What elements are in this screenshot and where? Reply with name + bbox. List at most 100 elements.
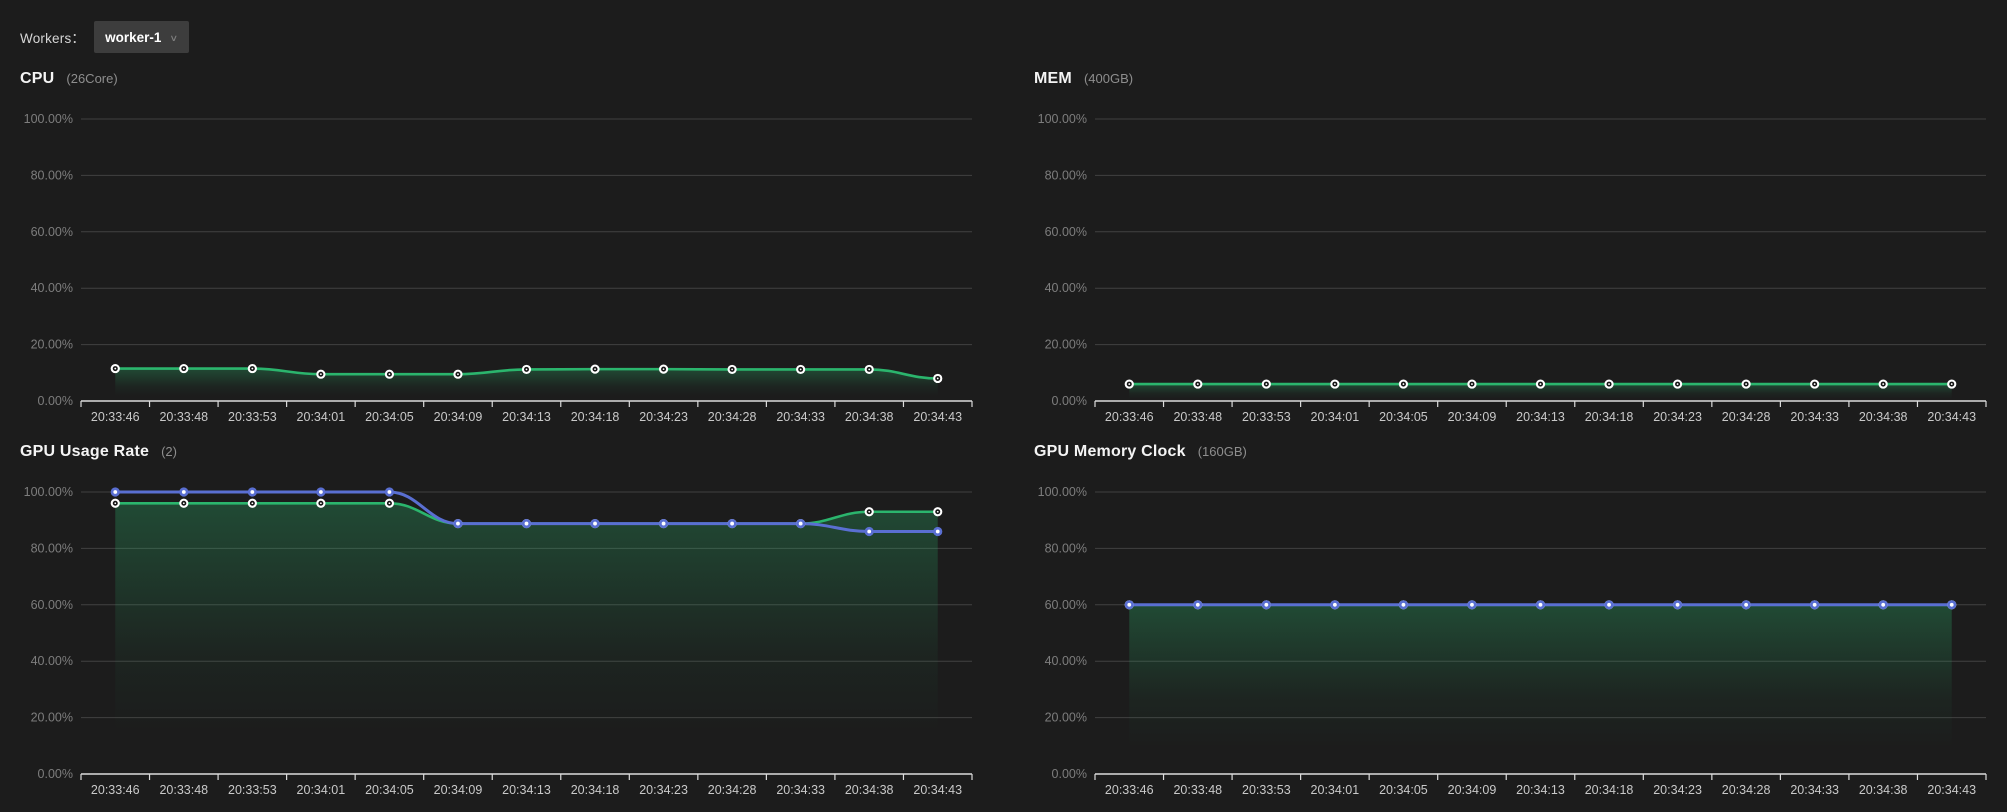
x-axis-label: 20:34:23 bbox=[1653, 410, 1702, 424]
x-axis-label: 20:34:43 bbox=[1927, 410, 1976, 424]
data-point-marker-cpu-usage bbox=[796, 365, 805, 374]
y-axis-label: 80.00% bbox=[31, 541, 73, 555]
x-axis-label: 20:34:33 bbox=[1790, 410, 1839, 424]
chart-subtitle: (2) bbox=[161, 444, 177, 459]
x-axis-label: 20:34:28 bbox=[1722, 783, 1771, 797]
data-point-marker-mem-usage bbox=[1125, 379, 1134, 388]
x-axis-label: 20:34:18 bbox=[1585, 783, 1634, 797]
y-axis-label: 0.00% bbox=[1052, 394, 1087, 408]
y-axis-label: 60.00% bbox=[1045, 225, 1087, 239]
y-axis-label: 20.00% bbox=[1045, 711, 1087, 725]
chart-subtitle: (26Core) bbox=[66, 71, 117, 86]
data-point-marker-mem-usage bbox=[1193, 379, 1202, 388]
x-axis-label: 20:34:43 bbox=[913, 783, 962, 797]
data-point-marker-gpu-1 bbox=[385, 499, 394, 508]
data-point-marker-gpu-0 bbox=[248, 487, 257, 496]
data-point-marker-gpu-0 bbox=[796, 519, 805, 528]
data-point-marker-mem-usage bbox=[1399, 379, 1408, 388]
data-point-marker-cpu-usage bbox=[865, 365, 874, 374]
data-point-marker-gpu-0 bbox=[865, 527, 874, 536]
data-point-marker-gpu-0 bbox=[1673, 600, 1682, 609]
x-axis-label: 20:33:46 bbox=[1105, 783, 1154, 797]
x-axis-label: 20:34:18 bbox=[571, 783, 620, 797]
x-axis-label: 20:34:09 bbox=[434, 410, 483, 424]
x-axis-label: 20:34:28 bbox=[708, 783, 757, 797]
data-point-marker-mem-usage bbox=[1947, 379, 1956, 388]
x-axis-label: 20:33:48 bbox=[159, 410, 208, 424]
x-axis-label: 20:34:05 bbox=[365, 783, 414, 797]
x-axis-label: 20:34:43 bbox=[1927, 783, 1976, 797]
data-point-marker-mem-usage bbox=[1536, 379, 1545, 388]
x-axis-label: 20:34:13 bbox=[502, 410, 551, 424]
series-area bbox=[115, 503, 937, 774]
x-axis-label: 20:34:01 bbox=[1311, 410, 1360, 424]
y-axis-label: 80.00% bbox=[31, 168, 73, 182]
y-axis-label: 40.00% bbox=[1045, 654, 1087, 668]
chart-mem-header: MEM (400GB) bbox=[1034, 70, 1994, 100]
x-axis-label: 20:33:53 bbox=[228, 783, 277, 797]
y-axis-label: 0.00% bbox=[38, 394, 73, 408]
x-axis-label: 20:34:13 bbox=[502, 783, 551, 797]
x-axis-label: 20:34:09 bbox=[434, 783, 483, 797]
workers-label: Workers： bbox=[20, 27, 85, 47]
x-axis-label: 20:34:13 bbox=[1516, 783, 1565, 797]
chart-gpu-usage-rate-header: GPU Usage Rate (2) bbox=[20, 443, 980, 473]
chart-title: CPU bbox=[20, 70, 54, 88]
data-point-marker-cpu-usage bbox=[590, 365, 599, 374]
chart-subtitle: (400GB) bbox=[1084, 71, 1133, 86]
gpu-monitoring-dashboard: Workers： worker-1 ∨ CPU (26Core) 100.00%… bbox=[0, 0, 2007, 812]
x-axis-label: 20:34:09 bbox=[1448, 410, 1497, 424]
data-point-marker-gpu-0 bbox=[728, 519, 737, 528]
data-point-marker-gpu-0 bbox=[1467, 600, 1476, 609]
x-axis-label: 20:34:01 bbox=[297, 783, 346, 797]
chart-title: GPU Memory Clock bbox=[1034, 443, 1186, 461]
x-axis-label: 20:33:48 bbox=[159, 783, 208, 797]
x-axis-label: 20:34:38 bbox=[1859, 783, 1908, 797]
chart-mem-plot: 100.00%80.00%60.00%40.00%20.00%0.00%20:3… bbox=[1034, 100, 1994, 432]
chevron-down-icon: ∨ bbox=[169, 32, 178, 43]
x-axis-label: 20:33:48 bbox=[1173, 783, 1222, 797]
data-point-marker-gpu-0 bbox=[1810, 600, 1819, 609]
chart-gpu-memory-clock: GPU Memory Clock (160GB) 100.00%80.00%60… bbox=[1034, 443, 1994, 805]
x-axis-label: 20:33:46 bbox=[1105, 410, 1154, 424]
x-axis-label: 20:33:46 bbox=[91, 783, 140, 797]
x-axis-label: 20:34:28 bbox=[708, 410, 757, 424]
data-point-marker-mem-usage bbox=[1742, 379, 1751, 388]
data-point-marker-gpu-0 bbox=[1193, 600, 1202, 609]
data-point-marker-cpu-usage bbox=[933, 374, 942, 383]
x-axis-label: 20:34:23 bbox=[1653, 783, 1702, 797]
data-point-marker-gpu-0 bbox=[659, 519, 668, 528]
y-axis-label: 100.00% bbox=[1038, 485, 1087, 499]
data-point-marker-gpu-0 bbox=[1742, 600, 1751, 609]
data-point-marker-mem-usage bbox=[1673, 379, 1682, 388]
data-point-marker-mem-usage bbox=[1604, 379, 1613, 388]
x-axis-label: 20:34:05 bbox=[365, 410, 414, 424]
x-axis-label: 20:33:53 bbox=[228, 410, 277, 424]
data-point-marker-cpu-usage bbox=[179, 364, 188, 373]
data-point-marker-cpu-usage bbox=[111, 364, 120, 373]
data-point-marker-gpu-0 bbox=[1330, 600, 1339, 609]
y-axis-label: 60.00% bbox=[1045, 598, 1087, 612]
data-point-marker-gpu-0 bbox=[590, 519, 599, 528]
data-point-marker-gpu-0 bbox=[1399, 600, 1408, 609]
x-axis-label: 20:34:05 bbox=[1379, 410, 1428, 424]
data-point-marker-cpu-usage bbox=[659, 365, 668, 374]
chart-gpu-usage-rate: GPU Usage Rate (2) 100.00%80.00%60.00%40… bbox=[20, 443, 980, 805]
x-axis-label: 20:34:05 bbox=[1379, 783, 1428, 797]
workers-dropdown[interactable]: worker-1 ∨ bbox=[94, 21, 189, 53]
x-axis-label: 20:34:38 bbox=[845, 783, 894, 797]
x-axis-label: 20:34:33 bbox=[776, 783, 825, 797]
data-point-marker-mem-usage bbox=[1330, 379, 1339, 388]
y-axis-label: 0.00% bbox=[1052, 767, 1087, 781]
data-point-marker-cpu-usage bbox=[728, 365, 737, 374]
data-point-marker-cpu-usage bbox=[522, 365, 531, 374]
data-point-marker-gpu-0 bbox=[1262, 600, 1271, 609]
data-point-marker-gpu-0 bbox=[453, 519, 462, 528]
data-point-marker-mem-usage bbox=[1810, 379, 1819, 388]
data-point-marker-gpu-0 bbox=[179, 487, 188, 496]
data-point-marker-gpu-0 bbox=[385, 487, 394, 496]
data-point-marker-mem-usage bbox=[1262, 379, 1271, 388]
series-area bbox=[1129, 605, 1951, 774]
y-axis-label: 20.00% bbox=[31, 338, 73, 352]
chart-subtitle: (160GB) bbox=[1198, 444, 1247, 459]
